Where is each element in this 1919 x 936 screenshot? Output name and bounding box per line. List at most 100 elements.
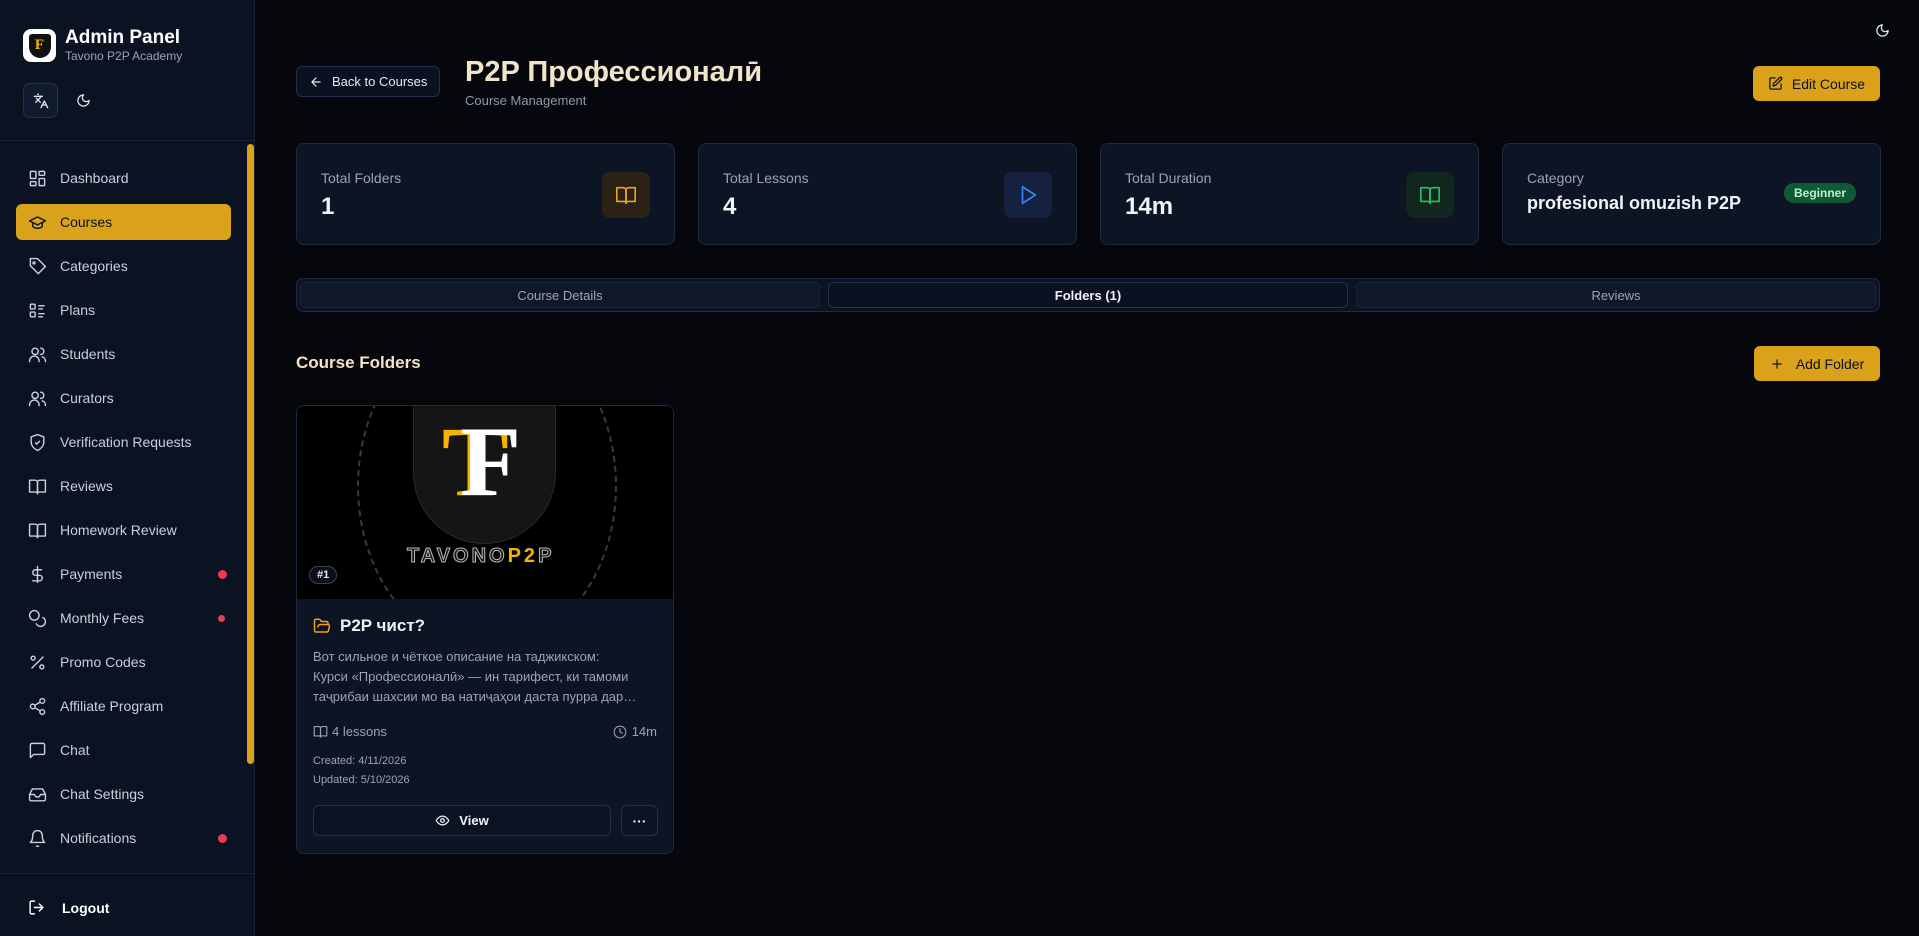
logo-letter-f: F (460, 406, 522, 517)
sidebar-item-notifications[interactable]: Notifications (16, 820, 231, 856)
page-subtitle: Course Management (465, 93, 587, 108)
stat-label: Total Lessons (723, 170, 809, 186)
theme-toggle-button[interactable] (70, 88, 96, 114)
duration-text: 14m (631, 724, 657, 739)
sidebar-item-promo-codes[interactable]: Promo Codes (16, 644, 231, 680)
level-badge: Beginner (1783, 183, 1856, 203)
sidebar-item-payments[interactable]: Payments (16, 556, 231, 592)
tab-folders[interactable]: Folders (1) (828, 282, 1348, 308)
sidebar-item-label: Dashboard (60, 170, 129, 186)
more-icon: ··· (632, 812, 647, 829)
logo-wordmark: TAVONOP2P (407, 545, 554, 568)
sidebar-nav: Dashboard Courses Categories Plans Stude… (16, 160, 231, 864)
course-tabs: Course Details Folders (1) Reviews (296, 278, 1880, 312)
back-to-courses-button[interactable]: Back to Courses (296, 66, 441, 97)
category-value: profesional omuzish P2P (1527, 193, 1742, 213)
alert-dot (218, 569, 227, 579)
sidebar-item-students[interactable]: Students (16, 336, 231, 372)
logout-icon (29, 900, 44, 915)
folder-duration: 14m (613, 724, 657, 739)
sidebar-item-label: Plans (60, 302, 96, 318)
folder-title[interactable]: P2P чист? (313, 616, 425, 636)
stat-value: 4 (723, 193, 737, 220)
logout-label: Logout (62, 899, 110, 916)
view-folder-button[interactable]: View (313, 805, 611, 836)
plus-icon (1772, 358, 1782, 369)
folder-cover-image: TF TAVONOP2P #1 (297, 406, 673, 599)
graduation-cap-icon (28, 215, 47, 229)
stat-card-total-folders: Total Folders 1 (296, 143, 675, 245)
folder-card: TF TAVONOP2P #1 P2P чист? Вот сильное и … (296, 405, 674, 854)
tab-course-details[interactable]: Course Details (300, 282, 820, 308)
sidebar-item-label: Payments (60, 566, 123, 582)
book-open-icon (28, 478, 47, 494)
folder-title-text: P2P чист? (340, 616, 426, 635)
stat-card-category: Category profesional omuzish P2P Beginne… (1502, 143, 1881, 245)
stat-card-total-duration: Total Duration 14m (1100, 143, 1479, 245)
folder-updated-date: Updated: 5/10/2026 (313, 774, 410, 786)
sidebar-item-monthly-fees[interactable]: Monthly Fees (16, 600, 231, 636)
chat-icon (29, 742, 46, 758)
sidebar-item-chat-settings[interactable]: Chat Settings (16, 776, 231, 812)
sidebar-item-reviews[interactable]: Reviews (16, 468, 231, 504)
shield-check-icon (30, 433, 45, 451)
alert-dot (218, 614, 225, 622)
description-line: Курси «Профессионалӣ» — ин тарифест, ки … (313, 669, 629, 684)
alert-dot (218, 833, 227, 843)
clock-icon (613, 725, 627, 738)
page-title: P2P Профессионалӣ (465, 56, 763, 88)
logout-button[interactable]: Logout (28, 899, 109, 916)
list-icon (29, 302, 45, 318)
edit-icon (1769, 76, 1783, 90)
sidebar-item-label: Verification Requests (60, 434, 192, 450)
logo-shield-icon: F (28, 33, 51, 58)
edit-label: Edit Course (1791, 75, 1866, 92)
sidebar-item-verification-requests[interactable]: Verification Requests (16, 424, 231, 460)
folder-created-date: Created: 4/11/2026 (313, 755, 407, 767)
share-icon (29, 697, 46, 715)
language-toggle-button[interactable] (23, 83, 58, 118)
moon-icon (1876, 24, 1889, 37)
sidebar-item-homework-review[interactable]: Homework Review (16, 512, 231, 548)
section-title: Course Folders (296, 353, 421, 372)
sidebar-item-label: Courses (60, 214, 113, 230)
folder-open-icon (313, 618, 331, 633)
sidebar-item-label: Promo Codes (60, 654, 146, 670)
book-open-icon (602, 172, 650, 218)
sidebar-item-curators[interactable]: Curators (16, 380, 231, 416)
description-line: таҷрибаи шахсии мо ва натиҷаҳои даста пу… (313, 689, 637, 704)
edit-course-button[interactable]: Edit Course (1753, 66, 1880, 101)
sidebar-item-plans[interactable]: Plans (16, 292, 231, 328)
add-folder-label: Add Folder (1795, 355, 1865, 372)
sidebar-item-label: Students (60, 346, 116, 362)
wordmark-part: P (538, 545, 555, 568)
sidebar-item-label: Chat Settings (60, 786, 145, 802)
folder-description: Вот сильное и чёткое описание на таджикс… (313, 647, 659, 707)
sidebar-item-affiliate-program[interactable]: Affiliate Program (16, 688, 231, 724)
sidebar-item-categories[interactable]: Categories (16, 248, 231, 284)
stat-card-total-lessons: Total Lessons 4 (698, 143, 1077, 245)
eye-icon (435, 815, 450, 826)
tab-reviews[interactable]: Reviews (1356, 282, 1876, 308)
sidebar-item-label: Chat (60, 742, 90, 758)
sidebar-item-label: Curators (60, 390, 114, 406)
sidebar-item-label: Monthly Fees (60, 610, 145, 626)
wordmark-part: TAVONO (407, 545, 508, 568)
book-open-icon (1406, 172, 1454, 218)
add-folder-button[interactable]: Add Folder (1754, 346, 1880, 381)
coins-icon (28, 609, 47, 627)
book-open-icon (28, 522, 47, 538)
brand-subtitle: Tavono P2P Academy (65, 49, 183, 63)
sidebar-divider (0, 140, 255, 141)
theme-toggle-button[interactable] (1875, 23, 1890, 43)
view-label: View (459, 813, 489, 828)
sidebar-item-courses[interactable]: Courses (16, 204, 231, 240)
sidebar-scrollbar[interactable] (247, 144, 254, 764)
stat-value: 14m (1125, 193, 1174, 220)
sidebar-item-dashboard[interactable]: Dashboard (16, 160, 231, 196)
more-options-button[interactable]: ··· (621, 805, 658, 836)
back-label: Back to Courses (332, 74, 428, 89)
folder-lessons-count: 4 lessons (313, 724, 387, 739)
sidebar-item-chat[interactable]: Chat (16, 732, 231, 768)
folder-number-badge: #1 (309, 566, 338, 584)
